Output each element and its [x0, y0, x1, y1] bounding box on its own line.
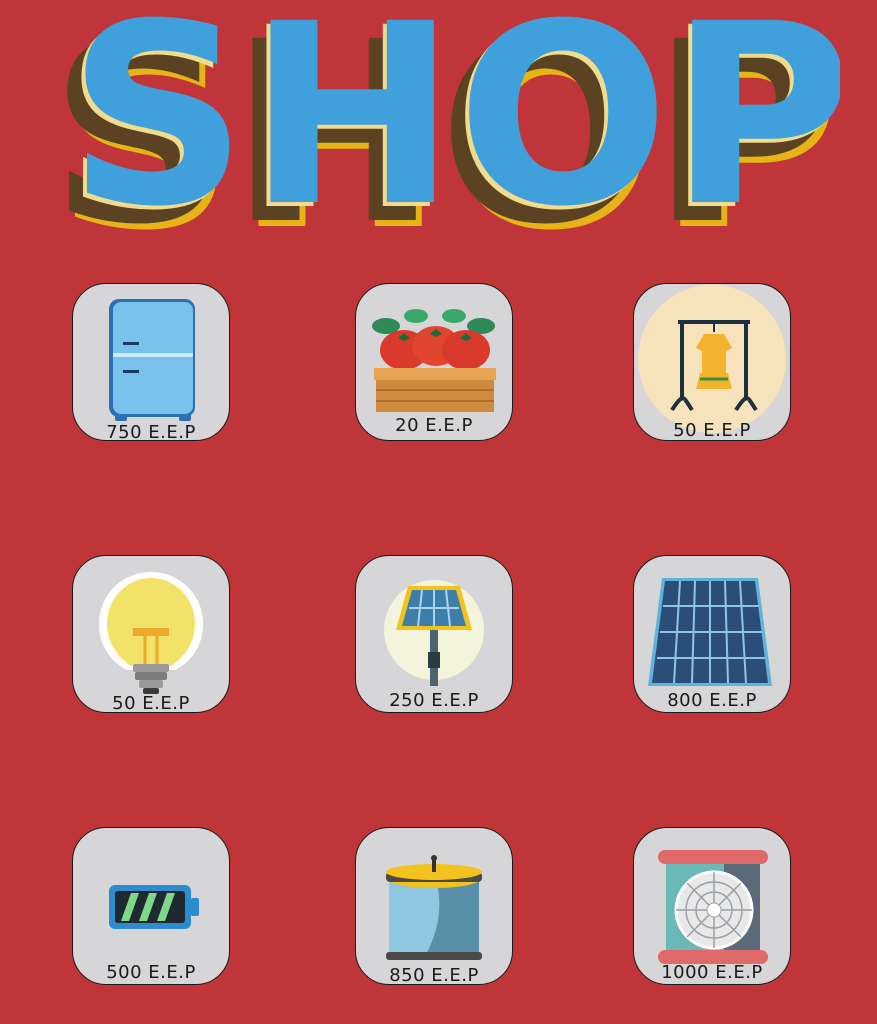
item-price: 800 E.E.P [667, 690, 757, 711]
clothes-rack-icon [638, 285, 786, 433]
battery-icon [109, 885, 199, 929]
solar-panel-icon [648, 578, 772, 686]
shop-item-light-bulb[interactable]: 50 E.E.P [72, 555, 230, 713]
shop-title-text: SHOP [67, 0, 840, 245]
item-price: 500 E.E.P [106, 962, 196, 983]
item-price: 250 E.E.P [389, 690, 479, 711]
water-tank-icon [386, 855, 482, 960]
shop-item-clothes-rack[interactable]: 50 E.E.P [633, 283, 791, 441]
item-price: 20 E.E.P [395, 415, 473, 436]
item-price: 850 E.E.P [389, 965, 479, 985]
shop-item-battery[interactable]: 500 E.E.P [72, 827, 230, 985]
shop-item-tomato-crate[interactable]: 20 E.E.P [355, 283, 513, 441]
solar-lamp-icon [384, 580, 484, 686]
shop-item-solar-lamp[interactable]: 250 E.E.P [355, 555, 513, 713]
item-price: 50 E.E.P [673, 420, 751, 441]
shop-item-fan[interactable]: 1000 E.E.P [633, 827, 791, 985]
item-price: 1000 E.E.P [661, 962, 763, 983]
item-price: 750 E.E.P [106, 422, 196, 441]
shop-item-fridge[interactable]: 750 E.E.P [72, 283, 230, 441]
item-price: 50 E.E.P [112, 693, 190, 713]
light-bulb-icon [99, 572, 203, 694]
shop-item-water-tank[interactable]: 850 E.E.P [355, 827, 513, 985]
fridge-icon [109, 299, 195, 421]
fan-icon [658, 850, 768, 964]
shop-item-solar-panel[interactable]: 800 E.E.P [633, 555, 791, 713]
shop-title: SHOP SHOP SHOP SHOP [40, 0, 852, 285]
